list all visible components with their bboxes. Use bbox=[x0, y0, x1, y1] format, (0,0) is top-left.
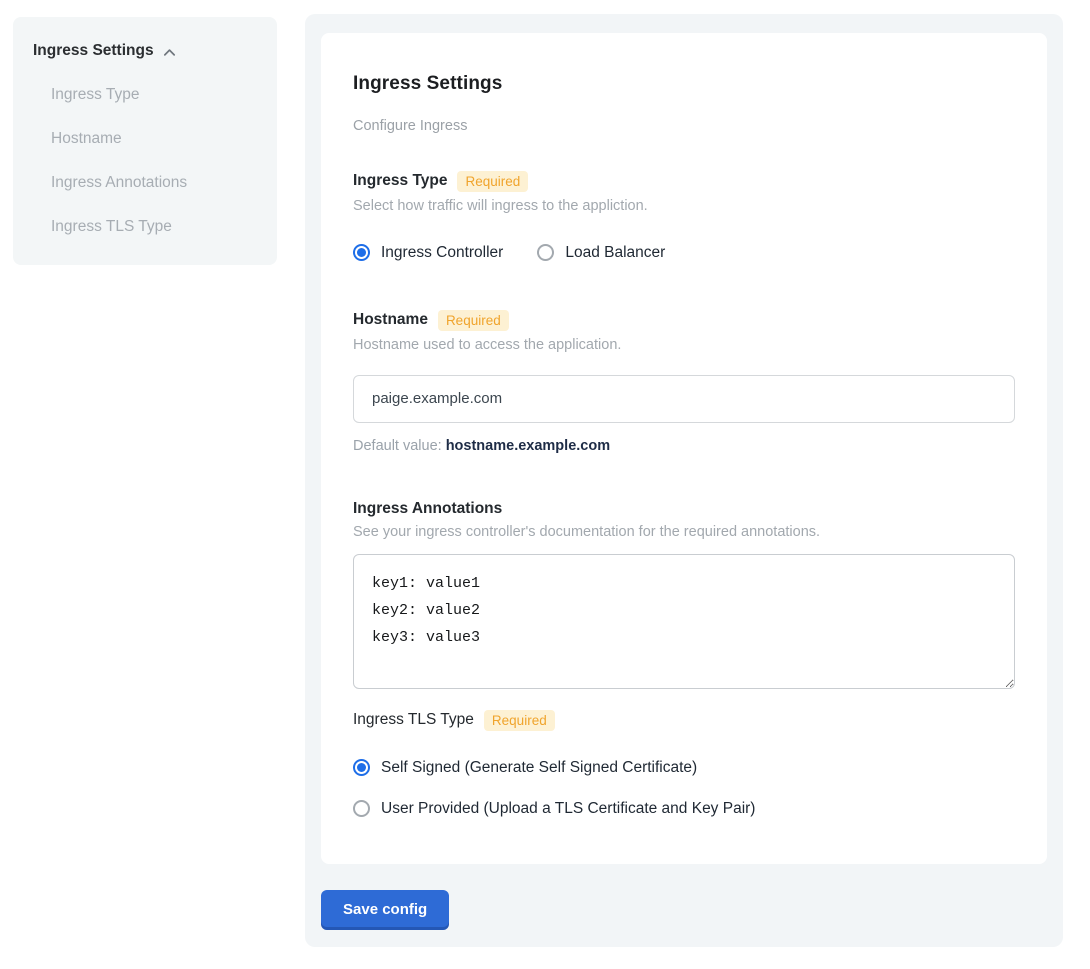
required-badge: Required bbox=[438, 310, 509, 331]
sidebar-item-ingress-type[interactable]: Ingress Type bbox=[33, 86, 257, 104]
save-config-button[interactable]: Save config bbox=[321, 890, 449, 930]
page-title: Ingress Settings bbox=[353, 73, 1015, 95]
page-subtitle: Configure Ingress bbox=[353, 118, 1015, 134]
radio-label: Self Signed (Generate Self Signed Certif… bbox=[381, 759, 697, 777]
ingress-annotations-label: Ingress Annotations bbox=[353, 500, 502, 518]
default-value-text: hostname.example.com bbox=[446, 438, 610, 454]
hostname-input[interactable] bbox=[353, 375, 1015, 423]
sidebar-item-ingress-annotations[interactable]: Ingress Annotations bbox=[33, 174, 257, 192]
section-ingress-annotations: Ingress Annotations See your ingress con… bbox=[353, 500, 1015, 689]
radio-option-user-provided[interactable]: User Provided (Upload a TLS Certificate … bbox=[353, 800, 1015, 818]
section-ingress-type: Ingress Type Required Select how traffic… bbox=[353, 171, 1015, 262]
chevron-up-icon bbox=[162, 45, 177, 60]
ingress-annotations-description: See your ingress controller's documentat… bbox=[353, 524, 1015, 540]
section-ingress-tls-type: Ingress TLS Type Required Self Signed (G… bbox=[353, 710, 1015, 818]
radio-icon[interactable] bbox=[353, 244, 370, 261]
sidebar-group-ingress-settings[interactable]: Ingress Settings bbox=[33, 42, 257, 60]
hostname-default-value: Default value: hostname.example.com bbox=[353, 438, 1015, 454]
save-row: Save config bbox=[321, 890, 1047, 930]
ingress-annotations-textarea[interactable]: key1: value1 key2: value2 key3: value3 bbox=[353, 554, 1015, 689]
sidebar-item-ingress-tls-type[interactable]: Ingress TLS Type bbox=[33, 218, 257, 236]
ingress-settings-card: Ingress Settings Configure Ingress Ingre… bbox=[321, 33, 1047, 864]
default-value-label: Default value: bbox=[353, 438, 446, 454]
radio-option-load-balancer[interactable]: Load Balancer bbox=[537, 244, 665, 262]
radio-icon[interactable] bbox=[353, 800, 370, 817]
radio-option-self-signed[interactable]: Self Signed (Generate Self Signed Certif… bbox=[353, 759, 1015, 777]
ingress-type-description: Select how traffic will ingress to the a… bbox=[353, 198, 1015, 214]
radio-label: User Provided (Upload a TLS Certificate … bbox=[381, 800, 755, 818]
sidebar: Ingress Settings Ingress Type Hostname I… bbox=[13, 17, 277, 265]
radio-label: Ingress Controller bbox=[381, 244, 503, 262]
hostname-description: Hostname used to access the application. bbox=[353, 337, 1015, 353]
radio-option-ingress-controller[interactable]: Ingress Controller bbox=[353, 244, 503, 262]
ingress-tls-type-label: Ingress TLS Type bbox=[353, 711, 474, 729]
hostname-label: Hostname bbox=[353, 311, 428, 329]
required-badge: Required bbox=[484, 710, 555, 731]
required-badge: Required bbox=[457, 171, 528, 192]
section-hostname: Hostname Required Hostname used to acces… bbox=[353, 310, 1015, 454]
ingress-type-label: Ingress Type bbox=[353, 172, 447, 190]
sidebar-item-hostname[interactable]: Hostname bbox=[33, 130, 257, 148]
radio-icon[interactable] bbox=[537, 244, 554, 261]
radio-icon[interactable] bbox=[353, 759, 370, 776]
radio-label: Load Balancer bbox=[565, 244, 665, 262]
sidebar-group-label: Ingress Settings bbox=[33, 42, 154, 60]
main-panel: Ingress Settings Configure Ingress Ingre… bbox=[305, 14, 1063, 947]
